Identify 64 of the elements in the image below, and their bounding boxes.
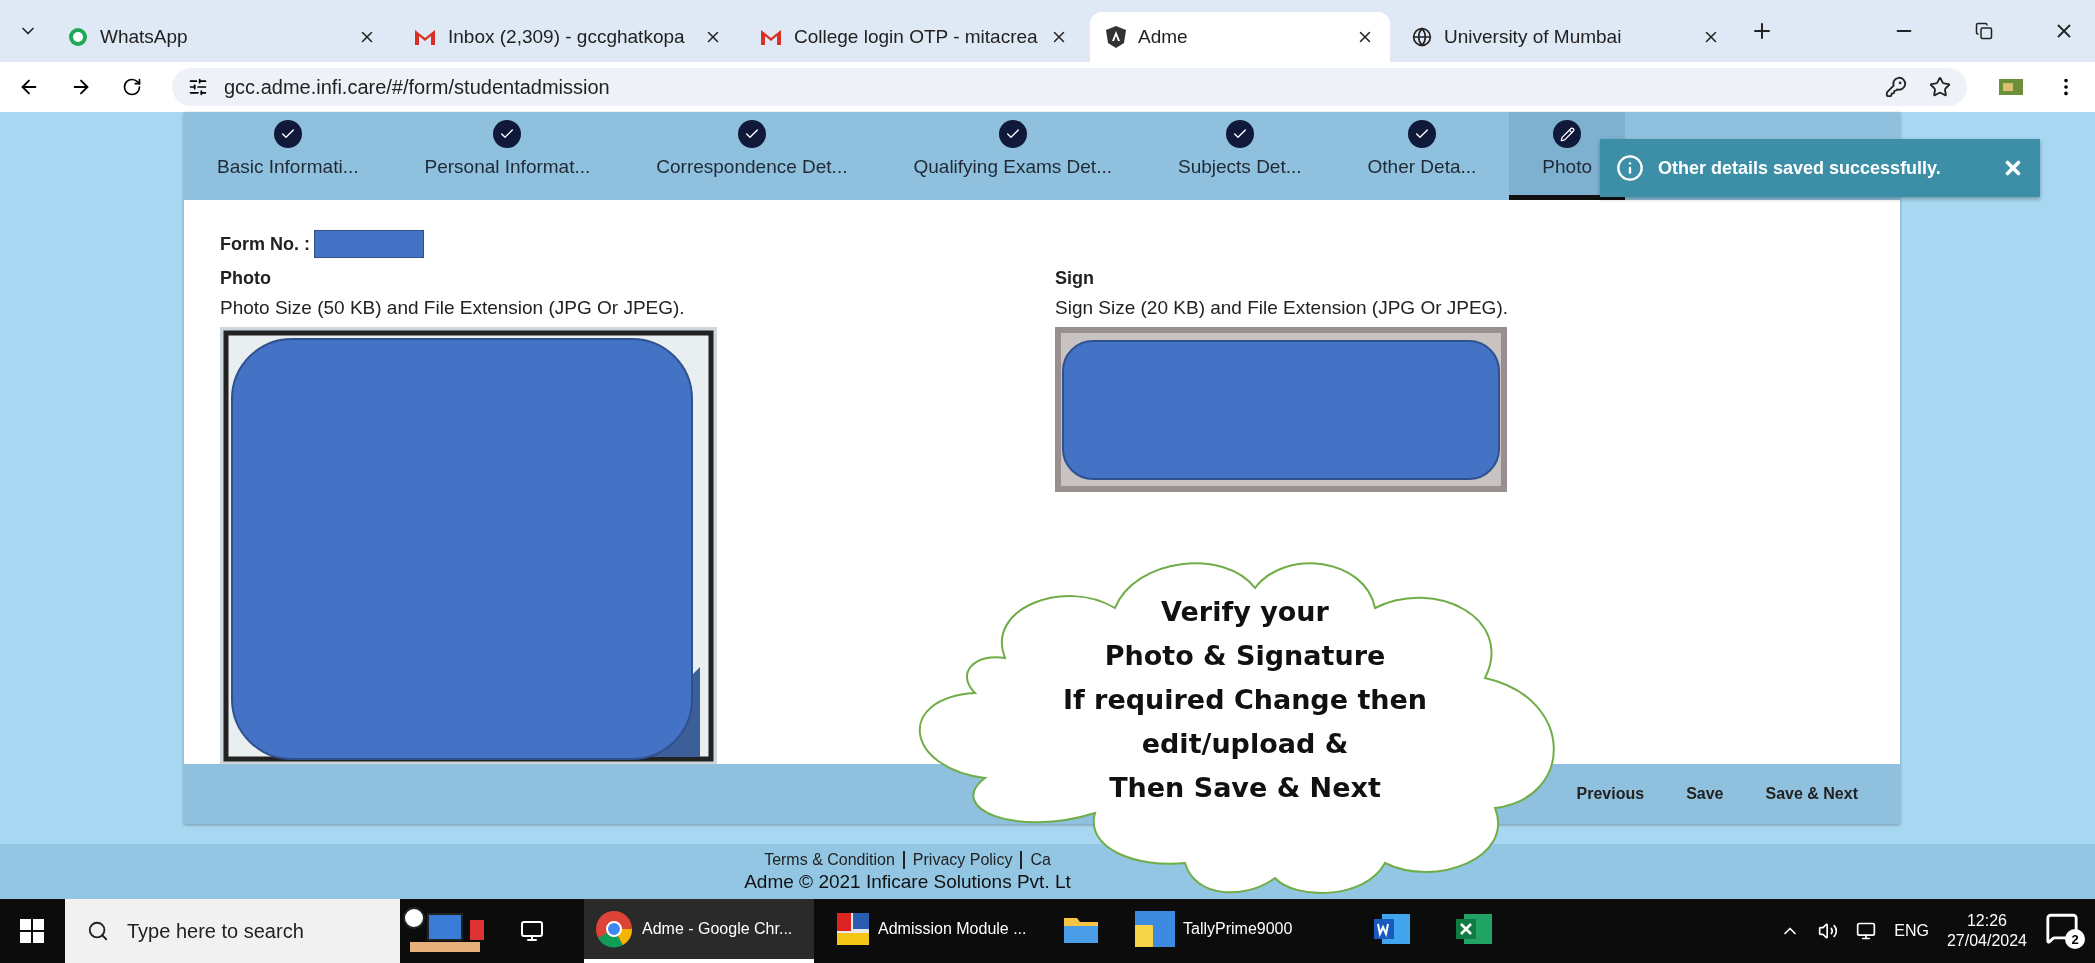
key-icon[interactable]: [1885, 76, 1907, 98]
footer-link[interactable]: Privacy Policy: [912, 850, 1013, 869]
clock-time: 12:26: [1966, 912, 2007, 930]
notifications-icon[interactable]: [2045, 911, 2079, 945]
browser-tab[interactable]: College login OTP - mitacrea: [744, 12, 1084, 62]
check-icon: [273, 120, 302, 148]
wizard-step[interactable]: Correspondence Det...: [623, 112, 881, 200]
check-icon: [1225, 120, 1254, 148]
taskbar-app[interactable]: Adme - Google Chr...: [584, 899, 814, 963]
windows-start-icon[interactable]: [20, 919, 44, 943]
mail-icon: [760, 29, 782, 45]
sign-hint: Sign Size (20 KB) and File Extension (JPG Or JPEG).: [1055, 297, 1509, 319]
wizard-step[interactable]: Basic Informati...: [184, 112, 392, 200]
wizard-step[interactable]: Other Deta...: [1334, 112, 1510, 200]
search-icon: [87, 920, 109, 942]
check-icon: [737, 120, 766, 148]
form-number-label: Form No. :: [220, 233, 310, 255]
action-button[interactable]: Previous: [1570, 784, 1651, 804]
info-icon: [1616, 154, 1644, 182]
copyright-text: Adme © 2021 Inficare Solutions Pvt. Lt: [744, 870, 1071, 893]
check-icon: [998, 120, 1027, 148]
url-text: gcc.adme.infi.care/#/form/studentadmission: [224, 75, 610, 99]
browser-tab[interactable]: Adme: [1090, 12, 1390, 62]
site-settings-icon[interactable]: [188, 77, 208, 97]
action-button[interactable]: Save & Next: [1759, 784, 1864, 804]
browser-tab[interactable]: University of Mumbai: [1396, 12, 1736, 62]
language-indicator[interactable]: ENG: [1894, 922, 1929, 940]
taskbar-app[interactable]: TallyPrime9000: [1125, 899, 1350, 963]
wizard-step[interactable]: Personal Informat...: [391, 112, 624, 200]
pencil-icon: [1553, 120, 1582, 148]
document-icon: [1372, 912, 1412, 946]
notification-count: 2: [2065, 929, 2085, 949]
window-icon: [836, 912, 870, 946]
wizard-step[interactable]: Qualifying Exams Det...: [880, 112, 1145, 200]
success-toast: Other details saved successfully.: [1600, 139, 2040, 197]
callout-text: Verify your Photo & Signature If required Change then edit/upload & Then Save & Next: [1062, 595, 1428, 805]
mail-icon: [414, 29, 436, 45]
spreadsheet-icon: [1454, 912, 1494, 946]
globe-icon: [1412, 27, 1432, 47]
bookmark-star-icon[interactable]: [1929, 76, 1951, 98]
taskbar-app[interactable]: Admission Module ...: [826, 899, 1041, 963]
network-icon[interactable]: [1856, 921, 1877, 941]
browser-tab[interactable]: WhatsApp: [52, 12, 392, 62]
browser-tab[interactable]: Inbox (2,309) - gccghatkopa: [398, 12, 738, 62]
volume-icon[interactable]: [1818, 921, 1839, 941]
check-icon: [1407, 120, 1436, 148]
task-view-icon[interactable]: [520, 919, 544, 943]
browser-icon: [594, 909, 634, 949]
footer-link[interactable]: Ca: [1030, 850, 1051, 869]
shield-icon: [1106, 26, 1126, 48]
photo-hint: Photo Size (50 KB) and File Extension (JPG Or JPEG).: [220, 297, 686, 319]
restore-icon[interactable]: [1975, 22, 1993, 40]
check-icon: [493, 120, 522, 148]
wizard-step[interactable]: Subjects Det...: [1145, 112, 1335, 200]
reload-icon[interactable]: [122, 77, 142, 97]
taskbar-search-field[interactable]: Type here to search: [65, 899, 400, 963]
chat-icon: [68, 27, 88, 47]
window-icon: [1135, 911, 1175, 947]
action-button[interactable]: Save: [1680, 784, 1730, 804]
footer-link[interactable]: Terms & Condition: [764, 850, 895, 869]
photo-title: Photo: [220, 268, 272, 289]
sign-title: Sign: [1055, 268, 1095, 289]
address-bar[interactable]: gcc.adme.infi.care/#/form/studentadmission: [172, 68, 1967, 106]
clock-date: 27/04/2024: [1946, 932, 2027, 950]
